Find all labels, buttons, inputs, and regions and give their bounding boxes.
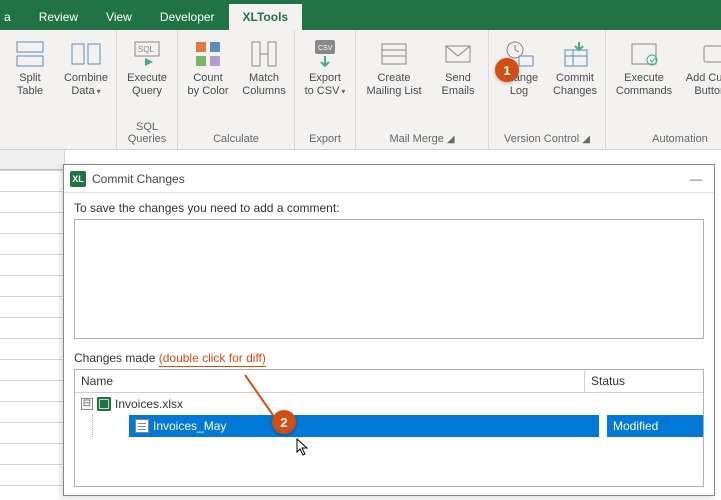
execute-query-button[interactable]: SQL Execute Query	[121, 34, 173, 119]
send-emails-icon	[442, 38, 474, 70]
combine-data-icon	[70, 38, 102, 70]
column-status-header[interactable]: Status	[585, 370, 703, 392]
group-export-title: Export	[299, 131, 351, 147]
count-by-color-button[interactable]: Count by Color	[182, 34, 234, 131]
tree-expander-icon[interactable]: ⊟	[81, 398, 93, 410]
change-log-button[interactable]: Change Log	[493, 34, 545, 131]
minimize-button[interactable]: —	[684, 172, 708, 186]
chevron-down-icon: ▾	[97, 87, 101, 96]
mailing-list-icon	[378, 38, 410, 70]
dialog-launcher-icon[interactable]: ◢	[447, 134, 455, 145]
commit-changes-button[interactable]: Commit Changes	[549, 34, 601, 131]
split-table-icon	[14, 38, 46, 70]
combine-data-button[interactable]: Combine Data▾	[60, 34, 112, 131]
excel-file-icon	[97, 397, 111, 411]
panel-title: Commit Changes	[92, 172, 185, 186]
export-csv-button[interactable]: CSV Export to CSV▾	[299, 34, 351, 131]
match-columns-icon	[248, 38, 280, 70]
worksheet-icon	[135, 419, 149, 433]
group-sql-title: SQL Queries	[121, 119, 173, 147]
group-version-title: Version Control◢	[493, 131, 601, 147]
chevron-down-icon: ▾	[341, 87, 345, 96]
send-emails-button[interactable]: Send Emails	[432, 34, 484, 131]
match-columns-button[interactable]: Match Columns	[238, 34, 290, 131]
xltools-logo-icon: XL	[70, 171, 86, 187]
execute-commands-icon	[628, 38, 660, 70]
table-header: Name Status	[75, 370, 703, 393]
group-calculate-title: Calculate	[182, 131, 290, 147]
dialog-launcher-icon[interactable]: ◢	[582, 134, 590, 145]
add-buttons-icon	[700, 38, 721, 70]
column-name-header[interactable]: Name	[75, 370, 585, 392]
tab-view[interactable]: View	[92, 4, 146, 30]
panel-titlebar[interactable]: XL Commit Changes —	[64, 165, 714, 193]
commit-changes-panel: XL Commit Changes — To save the changes …	[63, 164, 715, 496]
instruction-label: To save the changes you need to add a co…	[74, 201, 704, 215]
group-title	[4, 131, 112, 147]
file-name: Invoices.xlsx	[115, 397, 183, 411]
ribbon: Split Table Combine Data▾ SQL Execute Qu…	[0, 30, 721, 150]
commit-changes-icon	[559, 38, 591, 70]
tab-xltools[interactable]: XLTools	[229, 4, 303, 30]
create-mailing-button[interactable]: Create Mailing List	[360, 34, 428, 131]
split-table-button[interactable]: Split Table	[4, 34, 56, 131]
count-color-icon	[192, 38, 224, 70]
changes-table: Name Status ⊟ Invoices.xlsx Invoices_May	[74, 369, 704, 487]
callout-badge-1: 1	[495, 58, 519, 82]
ribbon-tabs: a Review View Developer XLTools	[0, 0, 721, 30]
add-custom-buttons-button[interactable]: Add Custom Buttons▾	[682, 34, 721, 131]
diff-hint: (double click for diff)	[159, 351, 266, 365]
changes-made-label: Changes made (double click for diff)	[74, 351, 704, 365]
execute-commands-button[interactable]: Execute Commands	[610, 34, 678, 131]
tree-row-file[interactable]: ⊟ Invoices.xlsx	[75, 393, 703, 415]
tree-row-sheet[interactable]: Invoices_May Modified	[75, 415, 703, 437]
svg-text:SQL: SQL	[138, 45, 155, 54]
comment-textarea[interactable]	[74, 219, 704, 339]
status-cell: Modified	[607, 415, 704, 437]
spreadsheet-rows-bg	[0, 150, 65, 500]
tab-developer[interactable]: Developer	[146, 4, 229, 30]
group-mailmerge-title: Mail Merge◢	[360, 131, 484, 147]
sql-icon: SQL	[131, 38, 163, 70]
callout-badge-2: 2	[272, 410, 296, 434]
sheet-name: Invoices_May	[153, 419, 226, 433]
tree-connector	[92, 415, 93, 437]
tab-partial[interactable]: a	[0, 4, 25, 30]
csv-icon: CSV	[309, 38, 341, 70]
group-automation-title: Automation	[610, 131, 721, 147]
svg-text:CSV: CSV	[318, 45, 333, 52]
tab-review[interactable]: Review	[25, 4, 92, 30]
